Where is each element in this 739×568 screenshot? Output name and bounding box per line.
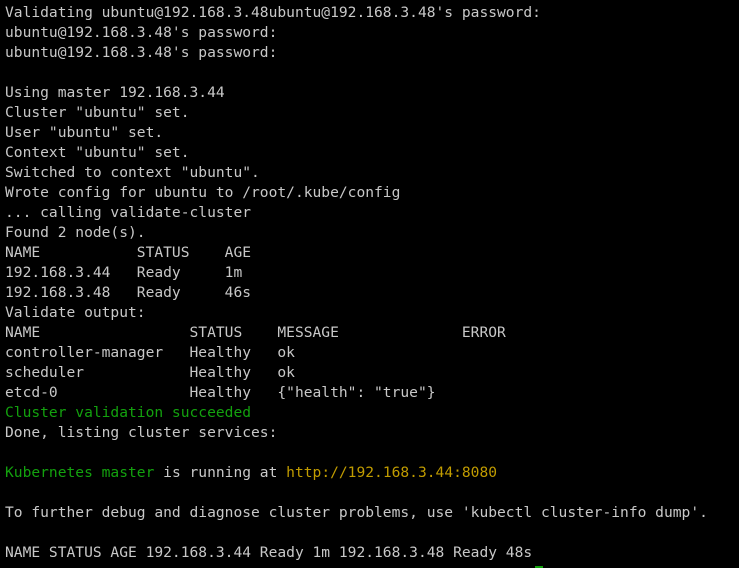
master-label: Kubernetes master xyxy=(5,464,155,481)
terminal-line: Cluster "ubuntu" set. xyxy=(5,104,190,121)
master-middle: is running at xyxy=(154,464,287,481)
validation-success-line: Cluster validation succeeded xyxy=(5,404,252,421)
terminal-line: ubuntu@192.168.3.48's password: xyxy=(5,24,278,41)
nodes-text: NAME STATUS AGE 192.168.3.44 Ready 1m 19… xyxy=(5,544,533,561)
master-url-link[interactable]: http://192.168.3.44:8080 xyxy=(286,464,497,481)
terminal-line: controller-manager Healthy ok xyxy=(5,344,295,361)
terminal-window[interactable]: Validating ubuntu@192.168.3.48ubuntu@192… xyxy=(0,0,739,568)
nodes-line: NAME STATUS AGE 192.168.3.44 Ready 1m 19… xyxy=(5,543,739,563)
terminal-line: ubuntu@192.168.3.48's password: xyxy=(5,44,278,61)
terminal-line: NAME STATUS MESSAGE ERROR xyxy=(5,324,506,341)
terminal-line: Context "ubuntu" set. xyxy=(5,144,190,161)
terminal-line: User "ubuntu" set. xyxy=(5,124,164,141)
done-line: Done, listing cluster services: xyxy=(5,424,278,441)
terminal-line: Wrote config for ubuntu to /root/.kube/c… xyxy=(5,184,401,201)
prompt-line[interactable] xyxy=(5,563,739,568)
master-line: Kubernetes master is running at http://1… xyxy=(5,463,739,483)
terminal-line: 192.168.3.44 Ready 1m xyxy=(5,264,243,281)
terminal-line: scheduler Healthy ok xyxy=(5,364,295,381)
terminal-line: Switched to context "ubuntu". xyxy=(5,164,260,181)
terminal-line: 192.168.3.48 Ready 46s xyxy=(5,284,252,301)
terminal-line: Validate output: xyxy=(5,304,146,321)
terminal-line: etcd-0 Healthy {"health": "true"} xyxy=(5,384,436,401)
terminal-line: Using master 192.168.3.44 xyxy=(5,84,225,101)
debug-line: To further debug and diagnose cluster pr… xyxy=(5,504,708,521)
terminal-line: ... calling validate-cluster xyxy=(5,204,252,221)
terminal-line: Found 2 node(s). xyxy=(5,224,146,241)
terminal-line: NAME STATUS AGE xyxy=(5,244,252,261)
terminal-line: Validating ubuntu@192.168.3.48ubuntu@192… xyxy=(5,4,541,21)
